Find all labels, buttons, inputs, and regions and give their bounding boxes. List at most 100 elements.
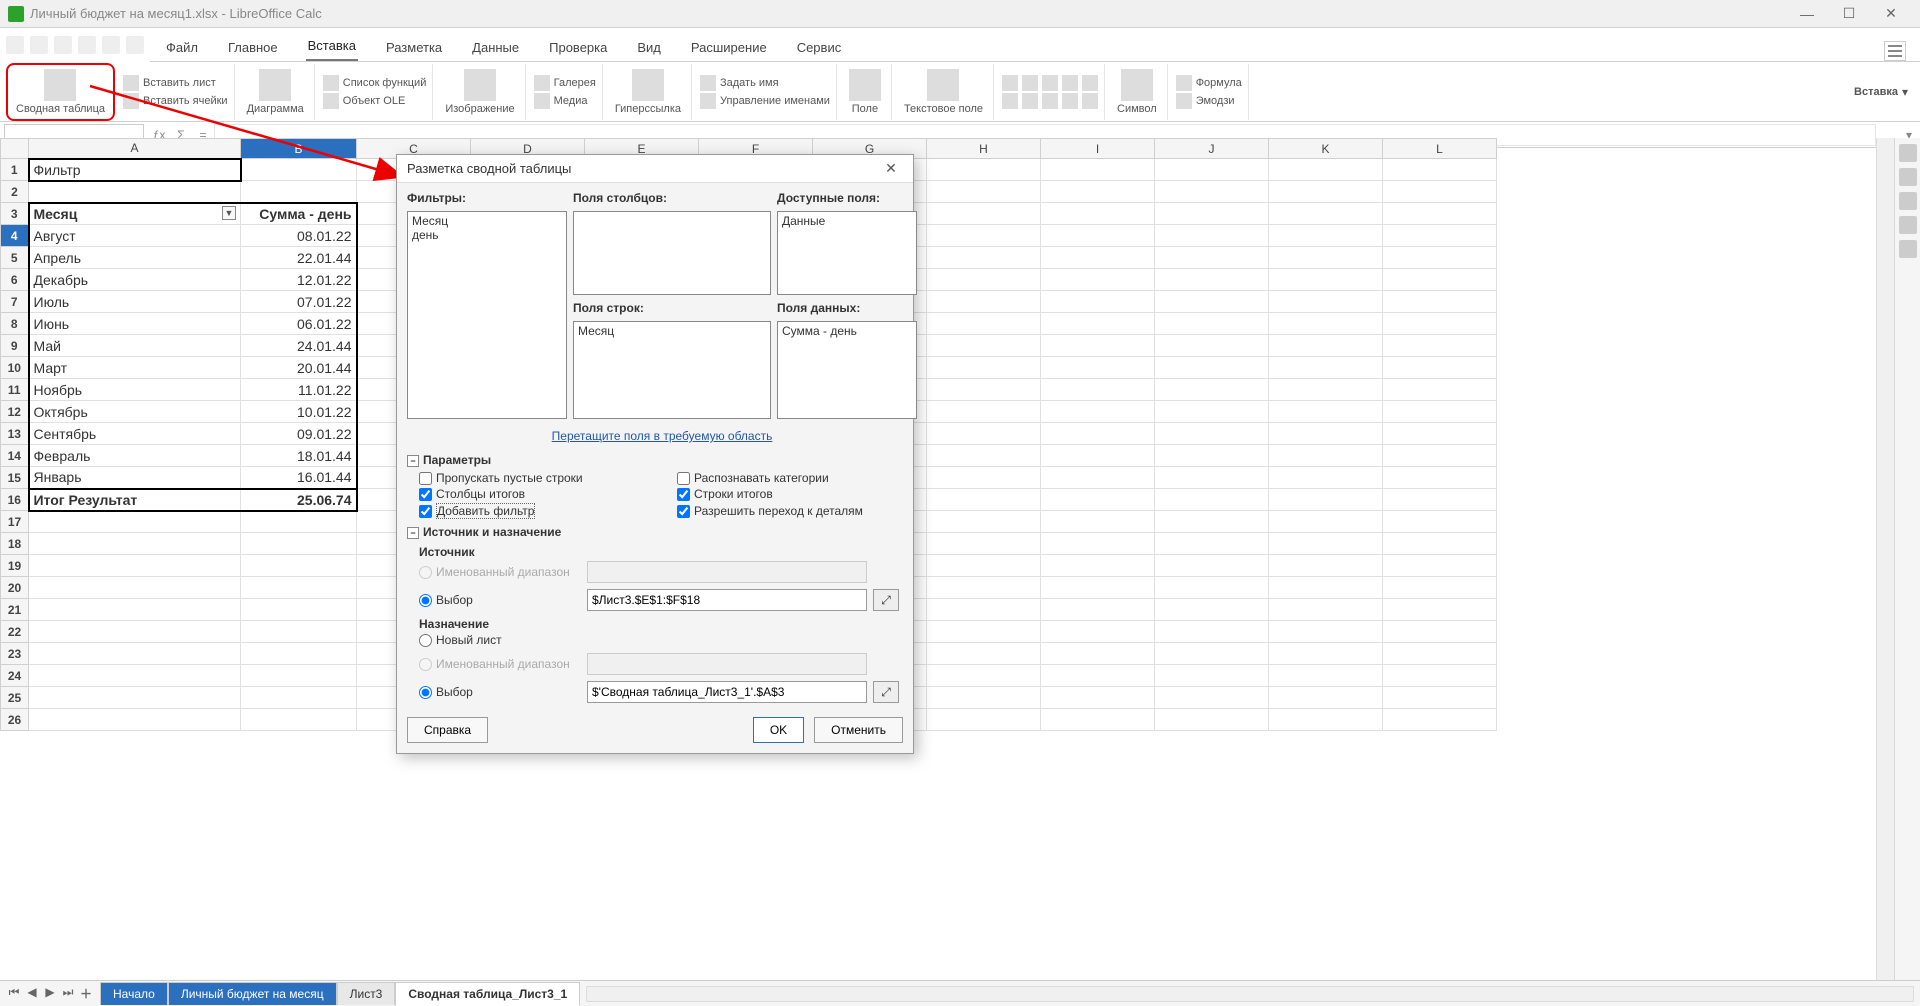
cell[interactable] xyxy=(1383,533,1497,555)
cell[interactable] xyxy=(1155,291,1269,313)
cell[interactable] xyxy=(1269,665,1383,687)
cell[interactable]: 06.01.22 xyxy=(241,313,357,335)
cell[interactable] xyxy=(241,709,357,731)
shape-symbol-icon[interactable] xyxy=(1062,75,1078,91)
cell[interactable] xyxy=(1383,291,1497,313)
row-header[interactable]: 22 xyxy=(1,621,29,643)
cancel-button[interactable]: Отменить xyxy=(814,717,903,743)
cell[interactable] xyxy=(927,533,1041,555)
cell[interactable] xyxy=(1269,291,1383,313)
cell[interactable] xyxy=(1041,313,1155,335)
hyperlink-button[interactable]: Гиперссылка xyxy=(611,67,685,117)
cell[interactable] xyxy=(1041,291,1155,313)
cell[interactable] xyxy=(1155,181,1269,203)
cell[interactable] xyxy=(1155,225,1269,247)
cell[interactable] xyxy=(1155,511,1269,533)
cell[interactable] xyxy=(1383,159,1497,181)
cell[interactable] xyxy=(1269,225,1383,247)
cell[interactable] xyxy=(29,181,241,203)
chk-total-columns[interactable]: Столбцы итогов xyxy=(419,487,669,501)
vertical-scrollbar[interactable] xyxy=(1876,138,1894,980)
cell[interactable] xyxy=(1383,599,1497,621)
cell[interactable] xyxy=(1155,599,1269,621)
set-name-button[interactable]: Задать имя xyxy=(720,77,779,89)
cell[interactable] xyxy=(927,291,1041,313)
row-header[interactable]: 14 xyxy=(1,445,29,467)
cell[interactable] xyxy=(1383,313,1497,335)
cell[interactable] xyxy=(1041,401,1155,423)
tab-insert[interactable]: Вставка xyxy=(306,34,358,61)
cell[interactable] xyxy=(1269,379,1383,401)
qat-redo-icon[interactable] xyxy=(102,36,120,54)
cell[interactable] xyxy=(1269,533,1383,555)
cell[interactable] xyxy=(29,643,241,665)
cell[interactable] xyxy=(1269,489,1383,511)
cell[interactable]: Июнь xyxy=(29,313,241,335)
row-header[interactable]: 15 xyxy=(1,467,29,489)
cell[interactable]: Январь xyxy=(29,467,241,489)
radio-selection-dst[interactable]: Выбор xyxy=(419,685,581,699)
cell[interactable] xyxy=(29,577,241,599)
emoji-button[interactable]: Эмодзи xyxy=(1196,95,1235,107)
sheet-nav-prev-icon[interactable]: ◀ xyxy=(24,985,40,1002)
cell[interactable] xyxy=(927,445,1041,467)
close-button[interactable]: ✕ xyxy=(1870,0,1912,28)
row-header[interactable]: 13 xyxy=(1,423,29,445)
row-header[interactable]: 5 xyxy=(1,247,29,269)
cell[interactable] xyxy=(1041,423,1155,445)
cell[interactable] xyxy=(1041,247,1155,269)
row-header[interactable]: 20 xyxy=(1,577,29,599)
sheet-nav-next-icon[interactable]: ▶ xyxy=(42,985,58,1002)
chk-drill-details[interactable]: Разрешить переход к деталям xyxy=(677,503,927,519)
cell[interactable] xyxy=(1155,445,1269,467)
shape-basic-icon[interactable] xyxy=(1042,75,1058,91)
media-button[interactable]: Медиа xyxy=(554,95,588,107)
filters-box[interactable] xyxy=(573,211,771,295)
cell[interactable] xyxy=(1383,621,1497,643)
data-fields-box[interactable]: Сумма - день xyxy=(777,321,917,419)
cell[interactable] xyxy=(1383,511,1497,533)
cell[interactable] xyxy=(1383,467,1497,489)
cell[interactable]: Май xyxy=(29,335,241,357)
row-header[interactable]: 10 xyxy=(1,357,29,379)
cell[interactable] xyxy=(1041,665,1155,687)
cell[interactable] xyxy=(1041,599,1155,621)
available-field-item[interactable]: Месяц xyxy=(412,214,562,228)
cell[interactable] xyxy=(1383,489,1497,511)
sheet-tab-pivot[interactable]: Сводная таблица_Лист3_1 xyxy=(395,982,580,1006)
shrink-src-button[interactable]: ⤢ xyxy=(873,589,899,611)
ribbon-insert-dropdown[interactable]: Вставка xyxy=(1854,86,1898,98)
cell[interactable] xyxy=(927,643,1041,665)
spreadsheet-grid[interactable]: ABCDEFGHIJKL1Фильтр23Месяц▼Сумма - день4… xyxy=(0,138,1876,980)
cell[interactable] xyxy=(1269,269,1383,291)
cell[interactable] xyxy=(1269,357,1383,379)
cell[interactable]: 08.01.22 xyxy=(241,225,357,247)
cell[interactable] xyxy=(1269,687,1383,709)
cell[interactable]: 07.01.22 xyxy=(241,291,357,313)
selection-src-input[interactable] xyxy=(587,589,867,611)
sidebar-properties-icon[interactable] xyxy=(1899,144,1917,162)
pivot-table-button[interactable]: Сводная таблица xyxy=(12,67,109,117)
column-fields-box[interactable]: Данные xyxy=(777,211,917,295)
cell[interactable] xyxy=(1041,687,1155,709)
cell[interactable] xyxy=(927,665,1041,687)
chk-skip-empty[interactable]: Пропускать пустые строки xyxy=(419,471,669,485)
tab-view[interactable]: Вид xyxy=(635,36,663,61)
cell[interactable] xyxy=(927,709,1041,731)
filter-dropdown-icon[interactable]: ▼ xyxy=(222,206,236,220)
cell[interactable] xyxy=(927,599,1041,621)
row-field-item[interactable]: Месяц xyxy=(578,324,766,338)
cell[interactable] xyxy=(1155,357,1269,379)
ok-button[interactable]: OK xyxy=(753,717,804,743)
cell[interactable] xyxy=(1155,489,1269,511)
cell[interactable] xyxy=(1269,159,1383,181)
cell[interactable] xyxy=(1155,555,1269,577)
cell[interactable]: 22.01.44 xyxy=(241,247,357,269)
cell[interactable]: Ноябрь xyxy=(29,379,241,401)
params-expander-icon[interactable]: − xyxy=(407,455,419,467)
shape-flowchart-icon[interactable] xyxy=(1022,93,1038,109)
cell[interactable] xyxy=(1155,687,1269,709)
cell[interactable] xyxy=(927,247,1041,269)
column-header[interactable]: H xyxy=(927,139,1041,159)
chart-button[interactable]: Диаграмма xyxy=(243,67,308,117)
